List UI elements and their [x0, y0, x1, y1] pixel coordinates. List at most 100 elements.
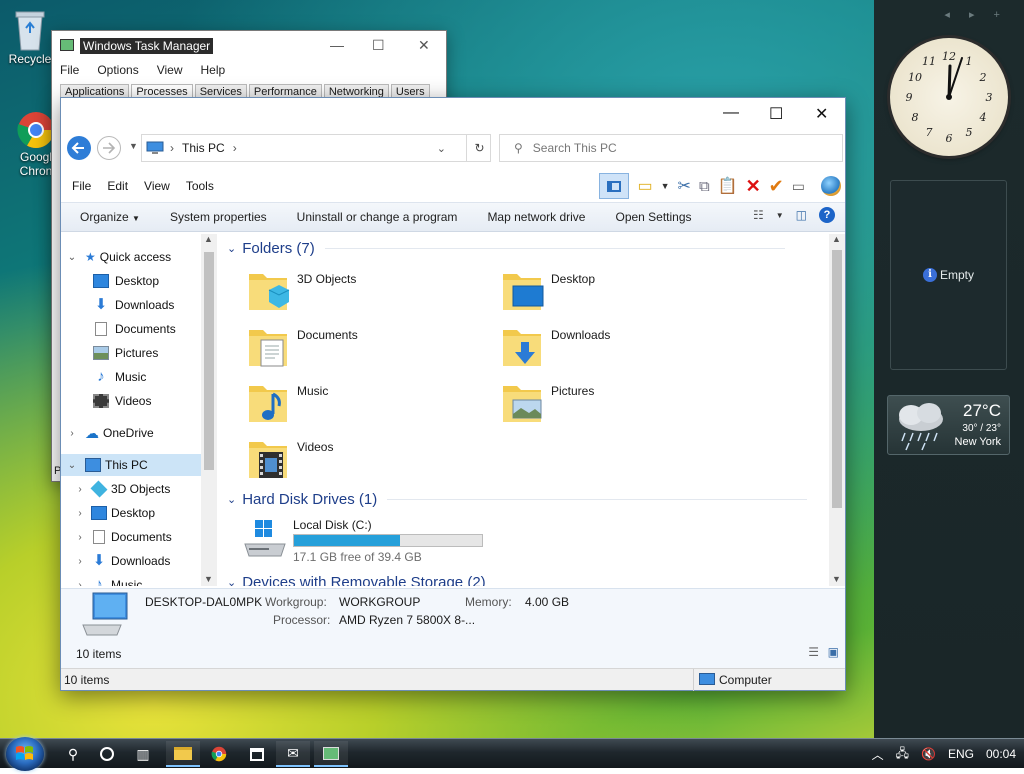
open-settings-button[interactable]: Open Settings	[615, 210, 691, 224]
content-scrollbar[interactable]: ▲ ▼	[829, 234, 845, 586]
maximize-button[interactable]: ☐	[769, 104, 783, 124]
folder-3d-objects[interactable]: 3D Objects	[247, 268, 487, 318]
chevron-right-icon[interactable]: ›	[65, 428, 79, 439]
explorer-window[interactable]: — ☐ ✕ ▼ › This PC › ⌄ ↻ ⚲ Search This PC…	[60, 97, 846, 691]
menu-help[interactable]: Help	[201, 63, 226, 77]
drives-group-header[interactable]: ⌄ Hard Disk Drives (1)	[227, 491, 808, 508]
start-button[interactable]	[6, 737, 44, 771]
large-icons-view-icon[interactable]: ▣	[828, 645, 839, 659]
scroll-up-icon[interactable]: ▲	[204, 234, 213, 244]
menu-options[interactable]: Options	[97, 63, 138, 77]
rename-icon[interactable]: ▭	[792, 178, 805, 195]
taskbar-chrome[interactable]	[202, 741, 236, 767]
scroll-down-icon[interactable]: ▼	[204, 574, 213, 584]
folder-pictures[interactable]: Pictures	[501, 380, 741, 430]
nav-pc-documents[interactable]: › Documents	[61, 526, 217, 548]
menu-file[interactable]: File	[60, 63, 79, 77]
nav-pc-desktop[interactable]: › Desktop	[61, 502, 217, 524]
help-icon[interactable]: ?	[819, 207, 835, 223]
nav-documents[interactable]: Documents 📌	[61, 318, 217, 340]
cortana-button[interactable]	[90, 741, 124, 767]
menu-edit[interactable]: Edit	[107, 179, 128, 193]
nav-this-pc[interactable]: ⌄ This PC	[61, 454, 217, 476]
chevron-down-icon[interactable]: ▼	[776, 211, 784, 220]
clock-time[interactable]: 00:04	[986, 747, 1016, 761]
nav-scrollbar[interactable]: ▲ ▼	[201, 234, 217, 586]
chevron-right-icon[interactable]: ›	[73, 508, 87, 519]
menu-view[interactable]: View	[157, 63, 183, 77]
chevron-right-icon[interactable]: ›	[73, 580, 87, 587]
map-network-drive-button[interactable]: Map network drive	[487, 210, 585, 224]
chevron-right-icon[interactable]: ›	[73, 556, 87, 567]
scroll-up-icon[interactable]: ▲	[832, 234, 841, 244]
nav-desktop[interactable]: Desktop 📌	[61, 270, 217, 292]
close-button[interactable]: ✕	[418, 37, 430, 54]
search-input[interactable]: ⚲ Search This PC	[499, 134, 843, 162]
minimize-button[interactable]: —	[330, 37, 344, 53]
delete-icon[interactable]: ✕	[746, 176, 761, 197]
taskbar-mail[interactable]: ✉	[276, 741, 310, 767]
nav-downloads[interactable]: ⬇ Downloads 📌	[61, 294, 217, 316]
content-scroll-thumb[interactable]	[832, 250, 842, 508]
explorer-titlebar[interactable]: — ☐ ✕	[61, 98, 845, 130]
folder-downloads[interactable]: Downloads	[501, 324, 741, 374]
task-view-button[interactable]: ▥	[126, 741, 160, 767]
menu-file[interactable]: File	[72, 179, 91, 193]
clock-gadget[interactable]: 12 1 2 345 678 9 10 11	[890, 38, 1008, 156]
language-indicator[interactable]: ENG	[948, 747, 974, 761]
organize-button[interactable]: Organize ▼	[80, 210, 140, 224]
volume-muted-icon[interactable]: 🔇	[921, 747, 936, 761]
recent-locations-icon[interactable]: ▼	[129, 141, 138, 151]
refresh-button[interactable]: ↻	[466, 134, 492, 162]
chevron-down-icon[interactable]: ⌄	[65, 252, 79, 263]
gadget-nav[interactable]: ◂ ▸ +	[944, 8, 1008, 21]
maximize-button[interactable]: ☐	[372, 37, 385, 54]
minimize-button[interactable]: —	[723, 104, 739, 122]
forward-button[interactable]	[97, 136, 121, 160]
taskbar-task-manager[interactable]	[314, 741, 348, 767]
menu-tools[interactable]: Tools	[186, 179, 214, 193]
nav-pictures[interactable]: Pictures 📌	[61, 342, 217, 364]
chevron-right-icon[interactable]: ›	[73, 532, 87, 543]
nav-videos[interactable]: Videos	[61, 390, 217, 412]
scroll-down-icon[interactable]: ▼	[832, 574, 841, 584]
show-hidden-icons-icon[interactable]: ︿	[872, 746, 884, 763]
paste-icon[interactable]: 📋	[718, 176, 738, 196]
copy-icon[interactable]: ⧉	[699, 178, 710, 195]
taskbar-explorer[interactable]	[166, 741, 200, 767]
weather-gadget[interactable]: 27°C 30° / 23° New York	[887, 395, 1010, 455]
chevron-right-icon[interactable]: ›	[73, 484, 87, 495]
slideshow-gadget[interactable]: i Empty	[890, 180, 1007, 370]
check-icon[interactable]: ✔	[769, 176, 784, 197]
view-options-icon[interactable]: ☷	[753, 208, 764, 222]
details-view-icon[interactable]: ☰	[808, 645, 819, 659]
nav-scroll-thumb[interactable]	[204, 252, 214, 470]
preview-pane-icon[interactable]: ◫	[796, 208, 807, 222]
nav-pc-3d-objects[interactable]: › 3D Objects	[61, 478, 217, 500]
recycle-bin-shortcut[interactable]: Recycle	[4, 8, 56, 66]
system-properties-button[interactable]: System properties	[170, 210, 267, 224]
address-dropdown-icon[interactable]: ⌄	[437, 142, 446, 155]
nav-music[interactable]: ♪ Music	[61, 366, 217, 388]
network-icon[interactable]: 🖧	[896, 744, 909, 765]
dropdown-icon[interactable]: ▼	[661, 181, 670, 191]
address-bar[interactable]: › This PC › ⌄	[141, 134, 491, 162]
cut-icon[interactable]: ✂	[678, 176, 691, 196]
chevron-down-icon[interactable]: ⌄	[65, 460, 79, 471]
nav-onedrive[interactable]: › ☁ OneDrive	[61, 422, 217, 444]
globe-icon[interactable]	[821, 176, 841, 196]
removable-group-header[interactable]: ⌄ Devices with Removable Storage (2)	[227, 574, 486, 586]
folder-music[interactable]: Music	[247, 380, 487, 430]
drive-local-disk[interactable]: Local Disk (C:) 17.1 GB free of 39.4 GB	[241, 516, 541, 566]
back-button[interactable]	[67, 136, 91, 160]
folder-desktop[interactable]: Desktop	[501, 268, 741, 318]
nav-quick-access[interactable]: ⌄ ★ Quick access	[61, 246, 217, 268]
menu-view[interactable]: View	[144, 179, 170, 193]
folders-group-header[interactable]: ⌄ Folders (7)	[227, 240, 785, 257]
close-button[interactable]: ✕	[815, 104, 828, 124]
layout-pane-icon[interactable]	[599, 173, 630, 199]
search-button[interactable]: ⚲	[56, 741, 90, 767]
nav-pc-downloads[interactable]: › ⬇ Downloads	[61, 550, 217, 572]
properties-icon[interactable]: ▭	[637, 176, 652, 196]
taskbar-store[interactable]	[240, 741, 274, 767]
